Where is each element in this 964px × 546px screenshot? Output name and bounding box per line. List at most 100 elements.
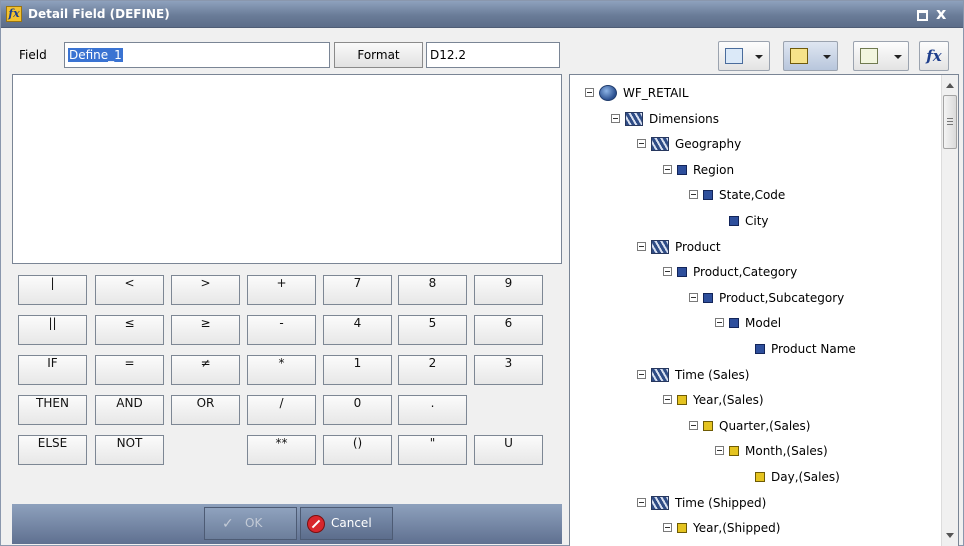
key-button[interactable]: = [95,355,164,385]
tree-node-label: Year,(Sales) [693,393,764,408]
dimension-folder-icon [625,111,643,126]
chevron-down-icon [894,55,902,59]
format-button[interactable]: Format [334,42,423,68]
collapse-icon[interactable] [689,420,698,430]
key-button[interactable]: OR [171,395,240,425]
list-view-icon [860,48,878,64]
key-button[interactable]: < [95,275,164,305]
cancel-button[interactable]: Cancel [300,507,393,540]
collapse-icon[interactable] [715,446,724,456]
key-button[interactable]: ≥ [171,315,240,345]
key-button[interactable]: | [18,275,87,305]
window-title: Detail Field (DEFINE) [28,7,170,21]
collapse-icon[interactable] [715,318,724,328]
key-button[interactable]: 2 [398,355,467,385]
time-level-icon [703,420,713,431]
collapse-icon[interactable] [663,267,672,277]
tree-node-label: Time (Sales) [675,367,750,382]
expression-editor[interactable] [12,74,562,264]
key-button[interactable]: ** [247,435,316,465]
collapse-icon[interactable] [663,164,672,174]
key-button[interactable]: 3 [474,355,543,385]
chevron-down-icon [755,55,763,59]
tree-node-label: Time (Shipped) [675,495,767,510]
scroll-down-icon[interactable] [946,533,954,538]
time-level-icon [729,446,739,457]
action-bar: ✓ OK Cancel [12,504,562,544]
key-button[interactable]: - [247,315,316,345]
level-icon [729,216,739,226]
collapse-icon[interactable] [585,88,594,97]
level-icon [703,190,713,201]
field-tree[interactable]: WF_RETAIL Dimensions Geography Region State,… [569,74,959,546]
collapse-icon[interactable] [663,523,672,533]
key-button[interactable]: () [323,435,392,465]
collapse-icon[interactable] [637,497,646,507]
key-button[interactable]: 1 [323,355,392,385]
tree-node-label: Year,(Shipped) [693,521,781,536]
field-name-input[interactable]: Define_1 [64,42,330,68]
collapse-icon[interactable] [637,139,646,149]
function-button[interactable]: fx [919,41,949,71]
level-icon [677,267,687,278]
key-button[interactable]: + [247,275,316,305]
key-button[interactable]: 7 [323,275,392,305]
key-button[interactable]: THEN [18,395,87,425]
tree-node-label: City [745,214,769,228]
key-button[interactable]: 8 [398,275,467,305]
tree-node-label: Region [693,162,735,177]
key-button[interactable]: . [398,395,467,425]
vertical-scrollbar[interactable] [941,75,958,546]
chevron-down-icon [823,55,831,59]
collapse-icon[interactable] [611,113,620,123]
tree-node-label: Quarter,(Sales) [719,418,811,433]
key-button[interactable]: ≤ [95,315,164,345]
tree-view-button[interactable] [783,41,838,71]
key-button[interactable]: IF [18,355,87,385]
field-name-selection: Define_1 [68,48,123,62]
list-view-button[interactable] [853,41,909,71]
key-button[interactable]: ELSE [18,435,87,465]
ok-button[interactable]: ✓ OK [204,507,297,540]
tree-node-label: Geography [675,137,742,152]
collapse-icon[interactable] [637,241,646,251]
key-button[interactable]: 6 [474,315,543,345]
format-input[interactable]: D12.2 [426,42,560,68]
key-button[interactable]: U [474,435,543,465]
time-level-icon [677,395,687,406]
title-bar[interactable]: fx Detail Field (DEFINE) x [1,1,963,28]
key-button[interactable]: ≠ [171,355,240,385]
picture-icon [725,48,743,64]
cancel-icon [307,515,325,533]
tree-node-label: Day,(Sales) [771,470,840,484]
key-button[interactable]: 9 [474,275,543,305]
tree-node-label: WF_RETAIL [623,86,689,100]
tree-view-icon [790,48,808,64]
checkmark-icon: ✓ [222,516,234,532]
collapse-icon[interactable] [689,190,698,200]
key-button[interactable]: AND [95,395,164,425]
fx-icon: fx [6,6,22,22]
key-button[interactable]: " [398,435,467,465]
collapse-icon[interactable] [689,292,698,302]
maximize-icon[interactable] [917,10,928,21]
key-button[interactable]: > [171,275,240,305]
key-button[interactable]: || [18,315,87,345]
close-icon[interactable]: x [936,4,946,24]
fx-icon: fx [926,47,942,65]
collapse-icon[interactable] [637,369,646,379]
scroll-up-icon[interactable] [946,83,954,88]
level-icon [755,344,765,354]
collapse-icon[interactable] [663,395,672,405]
key-button[interactable]: / [247,395,316,425]
key-button[interactable]: * [247,355,316,385]
key-button[interactable]: 0 [323,395,392,425]
scrollbar-thumb[interactable] [943,95,957,149]
key-button[interactable]: 4 [323,315,392,345]
picture-view-button[interactable] [718,41,770,71]
tree-node-label: Model [745,316,782,331]
time-level-icon [677,523,687,534]
time-level-icon [755,472,765,482]
key-button[interactable]: NOT [95,435,164,465]
key-button[interactable]: 5 [398,315,467,345]
